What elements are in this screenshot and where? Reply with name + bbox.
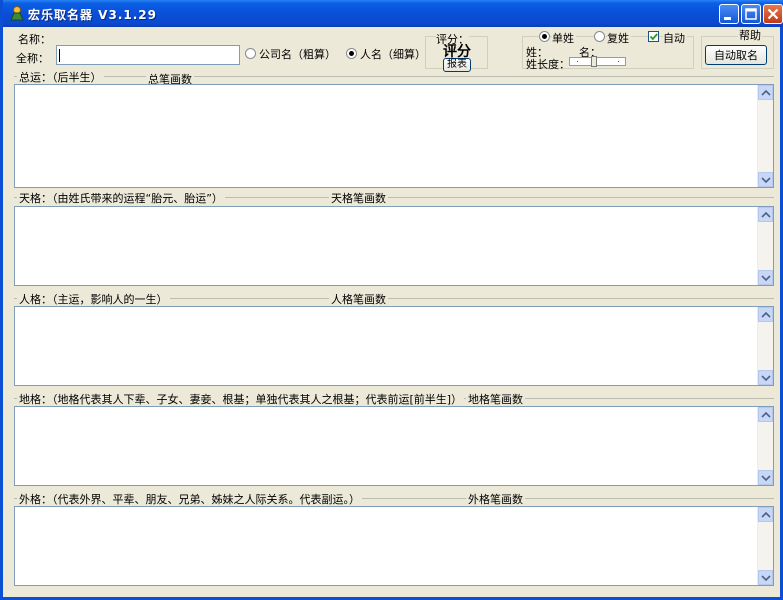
checkmark-icon [649, 33, 658, 41]
fullname-label: 全称： [16, 52, 49, 65]
section-stroke-earth: 地格笔画数 [466, 391, 525, 407]
scrollbar[interactable] [757, 507, 773, 585]
chevron-up-icon [761, 311, 771, 318]
scroll-up-button[interactable] [758, 307, 773, 322]
total-fortune-textarea[interactable] [14, 84, 774, 188]
auto-checkbox[interactable] [648, 31, 659, 42]
fullname-input[interactable] [56, 45, 240, 65]
radio-company-label[interactable]: 公司名（粗算） [259, 46, 336, 62]
section-title-heaven: 天格：（由姓氏带来的运程“胎元、胎运”） [17, 190, 225, 206]
scrollbar[interactable] [757, 85, 773, 187]
auto-checkbox-label[interactable]: 自动 [663, 30, 687, 46]
outer-fortune-textarea[interactable] [14, 506, 774, 586]
name-label: 名称： [18, 33, 51, 46]
person-fortune-textarea[interactable] [14, 306, 774, 386]
app-window: 宏乐取名器 V3.1.29 名称： 全称： 公司名（粗算） 人名（细算） 评分：… [0, 0, 783, 600]
chevron-up-icon [761, 511, 771, 518]
auto-name-button[interactable]: 自动取名 [705, 45, 767, 65]
radio-person-label[interactable]: 人名（细算） [360, 46, 426, 62]
radio-single-surname[interactable] [539, 31, 550, 42]
title-bar[interactable]: 宏乐取名器 V3.1.29 [3, 0, 783, 27]
chevron-down-icon [761, 177, 771, 184]
fullname-text[interactable] [57, 46, 239, 64]
report-button[interactable]: 报表 [443, 58, 471, 72]
app-icon [10, 6, 24, 21]
minimize-icon [724, 17, 731, 20]
heaven-fortune-textarea[interactable] [14, 206, 774, 286]
scroll-up-button[interactable] [758, 507, 773, 522]
maximize-button[interactable] [741, 4, 761, 24]
surname-length-label: 姓长度： [526, 58, 570, 71]
earth-fortune-textarea[interactable] [14, 406, 774, 486]
chevron-up-icon [761, 411, 771, 418]
slider-tick [618, 61, 619, 62]
scroll-down-button[interactable] [758, 370, 773, 385]
section-title-outer: 外格：（代表外界、平辈、朋友、兄弟、姊妹之人际关系。代表副运。） [17, 491, 362, 507]
chevron-down-icon [761, 275, 771, 282]
close-button[interactable] [763, 4, 783, 24]
scroll-down-button[interactable] [758, 470, 773, 485]
section-title-earth: 地格：（地格代表其人下辈、子女、妻妾、根基；单独代表其人之根基；代表前运[前半生… [17, 391, 465, 407]
radio-double-surname-label[interactable]: 复姓 [607, 30, 631, 46]
chevron-down-icon [761, 375, 771, 382]
radio-single-surname-label[interactable]: 单姓 [552, 30, 576, 46]
scrollbar[interactable] [757, 307, 773, 385]
slider-thumb[interactable] [591, 56, 597, 67]
section-stroke-outer: 外格笔画数 [466, 491, 525, 507]
chevron-down-icon [761, 475, 771, 482]
radio-double-surname[interactable] [594, 31, 605, 42]
section-stroke-person: 人格笔画数 [329, 291, 388, 307]
radio-person[interactable] [346, 48, 357, 59]
radio-company[interactable] [245, 48, 256, 59]
scroll-down-button[interactable] [758, 172, 773, 187]
text-caret [59, 49, 60, 62]
section-divider [14, 76, 774, 77]
close-icon [767, 8, 779, 20]
section-stroke-heaven: 天格笔画数 [329, 190, 388, 206]
chevron-up-icon [761, 211, 771, 218]
window-title: 宏乐取名器 V3.1.29 [28, 8, 157, 22]
scroll-up-button[interactable] [758, 407, 773, 422]
scroll-down-button[interactable] [758, 270, 773, 285]
scroll-up-button[interactable] [758, 85, 773, 100]
scrollbar[interactable] [757, 207, 773, 285]
chevron-down-icon [761, 575, 771, 582]
scroll-down-button[interactable] [758, 570, 773, 585]
help-label[interactable]: 帮助 [738, 27, 762, 43]
scroll-up-button[interactable] [758, 207, 773, 222]
chevron-up-icon [761, 89, 771, 96]
maximize-icon [745, 8, 757, 20]
minimize-button[interactable] [719, 4, 739, 24]
scrollbar[interactable] [757, 407, 773, 485]
section-title-person: 人格：（主运，影响人的一生） [17, 291, 170, 307]
slider-tick [577, 61, 578, 62]
section-title-total: 总运：（后半生） [17, 69, 104, 85]
surname-length-slider[interactable] [569, 56, 626, 67]
